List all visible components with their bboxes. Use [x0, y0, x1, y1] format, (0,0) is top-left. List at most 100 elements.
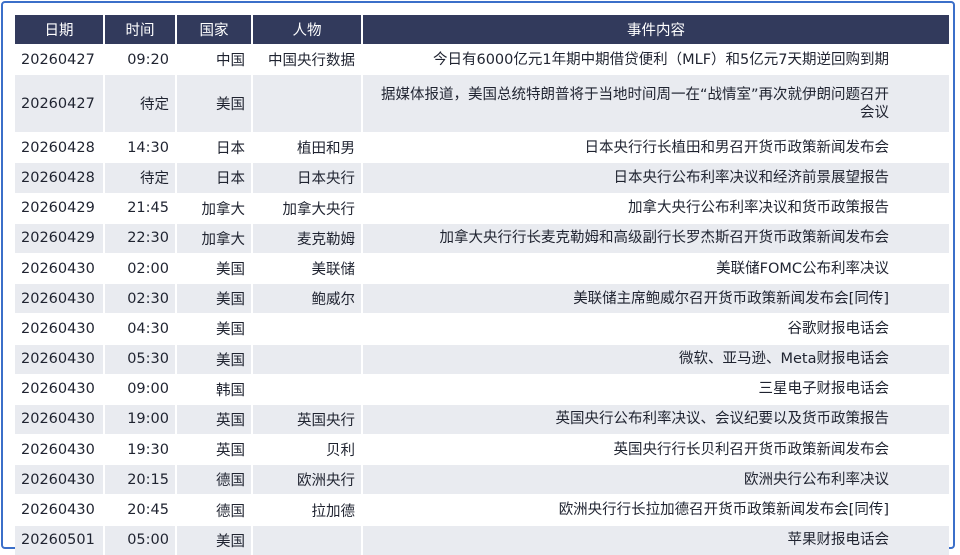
cell-date: 20260430	[15, 252, 105, 284]
table-row: 20260427 09:20 中国 中国央行数据 今日有6000亿元1年期中期借贷便利（…	[15, 44, 949, 75]
cell-date: 20260429	[15, 192, 105, 223]
cell-date: 20260427	[15, 74, 105, 133]
cell-country: 加拿大	[177, 192, 253, 223]
cell-event: 加拿大央行公布利率决议和货币政策报告	[363, 192, 949, 223]
cell-date: 20260430	[15, 403, 105, 435]
table-row: 20260430 19:00 英国 英国央行 英国央行公布利率决议、会议纪要以及货币政策…	[15, 403, 949, 435]
cell-person: 鲍威尔	[253, 283, 363, 314]
cell-country: 英国	[177, 403, 253, 435]
table-row: 20260501 05:00 美国 苹果财报电话会	[15, 524, 949, 555]
cell-person	[253, 313, 363, 344]
cell-country: 加拿大	[177, 222, 253, 253]
cell-person: 加拿大央行	[253, 192, 363, 223]
cell-country: 美国	[177, 252, 253, 284]
table-frame: 日期 时间 国家 人物 事件内容 20260427 09:20 中国 中国央行数据 今日…	[1, 1, 955, 555]
table-row: 20260430 02:00 美国 美联储 美联储FOMC公布利率决议	[15, 252, 949, 284]
table-row: 20260430 04:30 美国 谷歌财报电话会	[15, 313, 949, 344]
header-time: 时间	[105, 15, 177, 44]
cell-time: 14:30	[105, 132, 177, 163]
cell-event: 美联储主席鲍威尔召开货币政策新闻发布会[同传]	[363, 283, 949, 314]
cell-person: 英国央行	[253, 403, 363, 435]
cell-event: 微软、亚马逊、Meta财报电话会	[363, 343, 949, 374]
cell-person	[253, 373, 363, 404]
table-row: 20260430 09:00 韩国 三星电子财报电话会	[15, 373, 949, 404]
header-country: 国家	[177, 15, 253, 44]
cell-country: 德国	[177, 494, 253, 525]
cell-time: 待定	[105, 74, 177, 133]
table-row: 20260430 20:45 德国 拉加德 欧洲央行行长拉加德召开货币政策新闻发布会[同…	[15, 494, 949, 525]
cell-event: 英国央行行长贝利召开货币政策新闻发布会	[363, 434, 949, 465]
cell-country: 美国	[177, 313, 253, 344]
cell-country: 德国	[177, 464, 253, 495]
header-event: 事件内容	[363, 15, 949, 44]
cell-country: 美国	[177, 283, 253, 314]
cell-time: 19:00	[105, 403, 177, 435]
table-row: 20260430 05:30 美国 微软、亚马逊、Meta财报电话会	[15, 343, 949, 374]
cell-date: 20260428	[15, 132, 105, 163]
cell-event: 谷歌财报电话会	[363, 313, 949, 344]
cell-time: 05:00	[105, 524, 177, 555]
cell-time: 20:45	[105, 494, 177, 525]
cell-date: 20260427	[15, 44, 105, 75]
table-row: 20260429 21:45 加拿大 加拿大央行 加拿大央行公布利率决议和货币政策报告	[15, 192, 949, 223]
table-header: 日期 时间 国家 人物 事件内容	[15, 15, 949, 44]
cell-date: 20260430	[15, 434, 105, 465]
cell-person	[253, 74, 363, 133]
cell-country: 韩国	[177, 373, 253, 404]
cell-date: 20260430	[15, 343, 105, 374]
cell-date: 20260501	[15, 524, 105, 555]
table-row: 20260428 14:30 日本 植田和男 日本央行行长植田和男召开货币政策新闻发布会	[15, 132, 949, 163]
table-row: 20260430 20:15 德国 欧洲央行 欧洲央行公布利率决议	[15, 464, 949, 495]
cell-date: 20260430	[15, 464, 105, 495]
cell-event: 欧洲央行公布利率决议	[363, 464, 949, 495]
cell-person: 贝利	[253, 434, 363, 465]
cell-time: 21:45	[105, 192, 177, 223]
events-table: 日期 时间 国家 人物 事件内容 20260427 09:20 中国 中国央行数据 今日…	[15, 15, 949, 555]
cell-event: 今日有6000亿元1年期中期借贷便利（MLF）和5亿元7天期逆回购到期	[363, 44, 949, 75]
cell-time: 02:30	[105, 283, 177, 314]
header-date: 日期	[15, 15, 105, 44]
cell-time: 04:30	[105, 313, 177, 344]
table-row: 20260430 19:30 英国 贝利 英国央行行长贝利召开货币政策新闻发布会	[15, 434, 949, 465]
table-body: 20260427 09:20 中国 中国央行数据 今日有6000亿元1年期中期借贷便利（…	[15, 44, 949, 555]
cell-country: 日本	[177, 132, 253, 163]
cell-time: 02:00	[105, 252, 177, 284]
cell-time: 09:20	[105, 44, 177, 75]
cell-event: 欧洲央行行长拉加德召开货币政策新闻发布会[同传]	[363, 494, 949, 525]
cell-person: 欧洲央行	[253, 464, 363, 495]
cell-event: 美联储FOMC公布利率决议	[363, 252, 949, 284]
cell-person: 日本央行	[253, 162, 363, 193]
cell-person: 植田和男	[253, 132, 363, 163]
cell-person: 中国央行数据	[253, 44, 363, 75]
cell-event: 苹果财报电话会	[363, 524, 949, 555]
cell-event: 据媒体报道，美国总统特朗普将于当地时间周一在“战情室”再次就伊朗问题召开会议	[363, 74, 949, 133]
cell-time: 09:00	[105, 373, 177, 404]
table-row: 20260430 02:30 美国 鲍威尔 美联储主席鲍威尔召开货币政策新闻发布会[同传…	[15, 283, 949, 314]
cell-person	[253, 524, 363, 555]
cell-time: 22:30	[105, 222, 177, 253]
cell-event: 英国央行公布利率决议、会议纪要以及货币政策报告	[363, 403, 949, 435]
cell-date: 20260430	[15, 283, 105, 314]
cell-time: 19:30	[105, 434, 177, 465]
cell-date: 20260428	[15, 162, 105, 193]
cell-country: 日本	[177, 162, 253, 193]
cell-person	[253, 343, 363, 374]
table-row: 20260428 待定 日本 日本央行 日本央行公布利率决议和经济前景展望报告	[15, 162, 949, 193]
cell-country: 美国	[177, 343, 253, 374]
cell-time: 05:30	[105, 343, 177, 374]
cell-person: 麦克勒姆	[253, 222, 363, 253]
cell-time: 待定	[105, 162, 177, 193]
cell-country: 中国	[177, 44, 253, 75]
cell-person: 拉加德	[253, 494, 363, 525]
cell-date: 20260430	[15, 313, 105, 344]
cell-event: 加拿大央行行长麦克勒姆和高级副行长罗杰斯召开货币政策新闻发布会	[363, 222, 949, 253]
cell-date: 20260430	[15, 373, 105, 404]
cell-country: 美国	[177, 524, 253, 555]
table-row: 20260427 待定 美国 据媒体报道，美国总统特朗普将于当地时间周一在“战情室”再…	[15, 74, 949, 133]
cell-date: 20260430	[15, 494, 105, 525]
cell-date: 20260429	[15, 222, 105, 253]
cell-country: 美国	[177, 74, 253, 133]
cell-event: 三星电子财报电话会	[363, 373, 949, 404]
cell-event: 日本央行行长植田和男召开货币政策新闻发布会	[363, 132, 949, 163]
table-row: 20260429 22:30 加拿大 麦克勒姆 加拿大央行行长麦克勒姆和高级副行长罗杰斯…	[15, 222, 949, 253]
